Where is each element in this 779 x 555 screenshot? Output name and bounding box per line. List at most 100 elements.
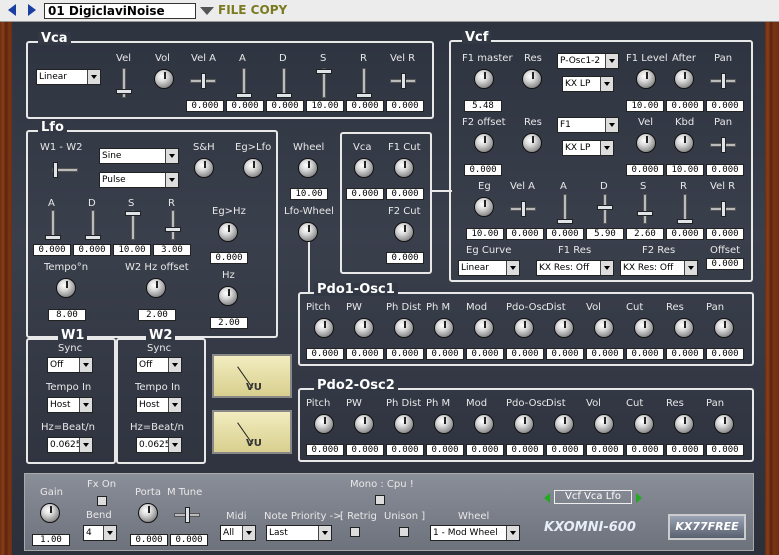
w2-tempo-in-select[interactable]: Host — [136, 397, 182, 413]
mtune-value[interactable]: 0.000 — [170, 534, 208, 546]
note-priority-select[interactable]: Last — [266, 525, 332, 541]
wheel-knob[interactable] — [298, 158, 318, 178]
vcf-d-value[interactable]: 5.90 — [586, 228, 624, 240]
page-next-icon[interactable] — [636, 493, 642, 503]
pdo2-knob-10[interactable] — [714, 414, 734, 434]
pdo1-knob-2[interactable] — [394, 318, 414, 338]
vcf-f2offset-value[interactable]: 0.000 — [464, 164, 502, 176]
pdo2-knob-3[interactable] — [434, 414, 454, 434]
lfo-w2hz-knob[interactable] — [146, 278, 166, 298]
pdo2-value-6[interactable]: 0.000 — [546, 444, 584, 456]
w1-tempo-in-select[interactable]: Host — [47, 397, 93, 413]
pdo2-value-4[interactable]: 0.000 — [466, 444, 504, 456]
pdo2-value-8[interactable]: 0.000 — [626, 444, 664, 456]
pdo1-value-2[interactable]: 0.000 — [386, 348, 424, 360]
vcf-f2res-select[interactable]: KX Res: Off — [620, 260, 698, 276]
pdo2-knob-9[interactable] — [674, 414, 694, 434]
mod-vca-knob[interactable] — [354, 158, 374, 178]
prev-preset-icon[interactable] — [8, 4, 16, 16]
vcf-f2offset-knob[interactable] — [474, 133, 494, 153]
pdo1-value-8[interactable]: 0.000 — [626, 348, 664, 360]
vcf-kbd-value[interactable]: 10.00 — [666, 164, 704, 176]
vca-r-value[interactable]: 0.000 — [346, 100, 384, 112]
file-copy-dropdown-icon[interactable] — [200, 7, 214, 15]
lfo-d-value[interactable]: 0.000 — [73, 244, 111, 256]
vcf-pan2-value[interactable]: 0.000 — [706, 164, 744, 176]
pdo2-knob-8[interactable] — [634, 414, 654, 434]
vcf-f1res-select[interactable]: KX Res: Off — [536, 260, 614, 276]
vcf-pan2-fader[interactable] — [710, 137, 736, 153]
pdo1-knob-8[interactable] — [634, 318, 654, 338]
vcf-after-knob[interactable] — [674, 69, 694, 89]
pdo2-knob-5[interactable] — [514, 414, 534, 434]
lfo-sh-knob[interactable] — [194, 158, 214, 178]
lfo-tempo-knob[interactable] — [56, 278, 76, 298]
mod-f1cut-knob[interactable] — [394, 158, 414, 178]
vca-s-fader[interactable] — [316, 68, 332, 98]
lfo-hz-value[interactable]: 2.00 — [210, 317, 248, 329]
vca-a-value[interactable]: 0.000 — [226, 100, 264, 112]
mod-vca-value[interactable]: 0.000 — [346, 188, 384, 200]
pdo2-value-1[interactable]: 0.000 — [346, 444, 384, 456]
lfo-d-fader[interactable] — [85, 210, 101, 240]
lfo-eglfo-knob[interactable] — [243, 158, 263, 178]
vca-vel-a-value[interactable]: 0.000 — [186, 100, 224, 112]
lfo-tempo-value[interactable]: 8.00 — [48, 309, 86, 321]
vcf-r-value[interactable]: 0.000 — [666, 228, 704, 240]
mono-cpu-checkbox[interactable] — [375, 495, 385, 505]
vcf-vel-knob[interactable] — [636, 133, 656, 153]
pdo1-value-5[interactable]: 0.000 — [506, 348, 544, 360]
pdo1-knob-0[interactable] — [314, 318, 334, 338]
unison-checkbox[interactable] — [399, 527, 409, 537]
vcf-pan1-fader[interactable] — [710, 73, 736, 89]
vcf-f1level-knob[interactable] — [636, 69, 656, 89]
pdo2-value-5[interactable]: 0.000 — [506, 444, 544, 456]
vca-r-fader[interactable] — [356, 68, 372, 98]
vcf-f1type-select[interactable]: P-Osc1-2 — [557, 53, 619, 69]
pdo1-knob-10[interactable] — [714, 318, 734, 338]
vcf-kbd-knob[interactable] — [674, 133, 694, 153]
file-copy-label[interactable]: FILE COPY — [218, 3, 287, 17]
pdo2-value-3[interactable]: 0.000 — [426, 444, 464, 456]
lfo-w1w2-fader[interactable] — [52, 162, 78, 178]
pdo2-knob-2[interactable] — [394, 414, 414, 434]
porta-value[interactable]: 0.000 — [130, 534, 168, 546]
pdo1-value-6[interactable]: 0.000 — [546, 348, 584, 360]
porta-knob[interactable] — [138, 503, 158, 523]
vcf-a-value[interactable]: 0.000 — [546, 228, 584, 240]
bend-select[interactable]: 4 — [83, 525, 117, 541]
mod-f2cut-value[interactable]: 0.000 — [386, 252, 424, 264]
wheel-mode-select[interactable]: 1 - Mod Wheel — [430, 525, 520, 541]
next-preset-icon[interactable] — [28, 4, 36, 16]
page-prev-icon[interactable] — [544, 493, 550, 503]
vcf-after-value[interactable]: 0.000 — [666, 100, 704, 112]
w1-hz-beat-select[interactable]: 0.0625 — [47, 437, 93, 453]
vcf-offset-value[interactable]: 0.000 — [706, 258, 744, 270]
lfo-r-value[interactable]: 3.00 — [153, 244, 191, 256]
vcf-s-value[interactable]: 2.60 — [626, 228, 664, 240]
mod-f1cut-value[interactable]: 0.000 — [386, 188, 424, 200]
lfo-wheel-knob[interactable] — [298, 222, 318, 242]
vcf-pan1-value[interactable]: 0.000 — [706, 100, 744, 112]
vcf-f1master-value[interactable]: 5.48 — [464, 100, 502, 112]
vca-vel-fader[interactable] — [116, 68, 132, 98]
lfo-hz-knob[interactable] — [218, 286, 238, 306]
vcf-s-fader[interactable] — [637, 194, 653, 224]
vcf-vel-a-fader[interactable] — [510, 201, 536, 217]
lfo-eghz-value[interactable]: 0.000 — [210, 252, 248, 264]
vcf-res1-knob[interactable] — [522, 69, 542, 89]
pdo2-value-7[interactable]: 0.000 — [586, 444, 624, 456]
midi-select[interactable]: All — [220, 525, 256, 541]
vcf-f1filter-select[interactable]: KX LP — [562, 76, 614, 92]
pdo2-knob-0[interactable] — [314, 414, 334, 434]
pdo1-value-10[interactable]: 0.000 — [706, 348, 744, 360]
lfo-a-fader[interactable] — [45, 210, 61, 240]
vcf-r-fader[interactable] — [677, 194, 693, 224]
pdo1-knob-4[interactable] — [474, 318, 494, 338]
pdo1-value-7[interactable]: 0.000 — [586, 348, 624, 360]
pdo1-value-3[interactable]: 0.000 — [426, 348, 464, 360]
pdo2-knob-6[interactable] — [554, 414, 574, 434]
w2-sync-select[interactable]: Off — [136, 357, 182, 373]
pdo1-knob-6[interactable] — [554, 318, 574, 338]
pdo1-knob-5[interactable] — [514, 318, 534, 338]
